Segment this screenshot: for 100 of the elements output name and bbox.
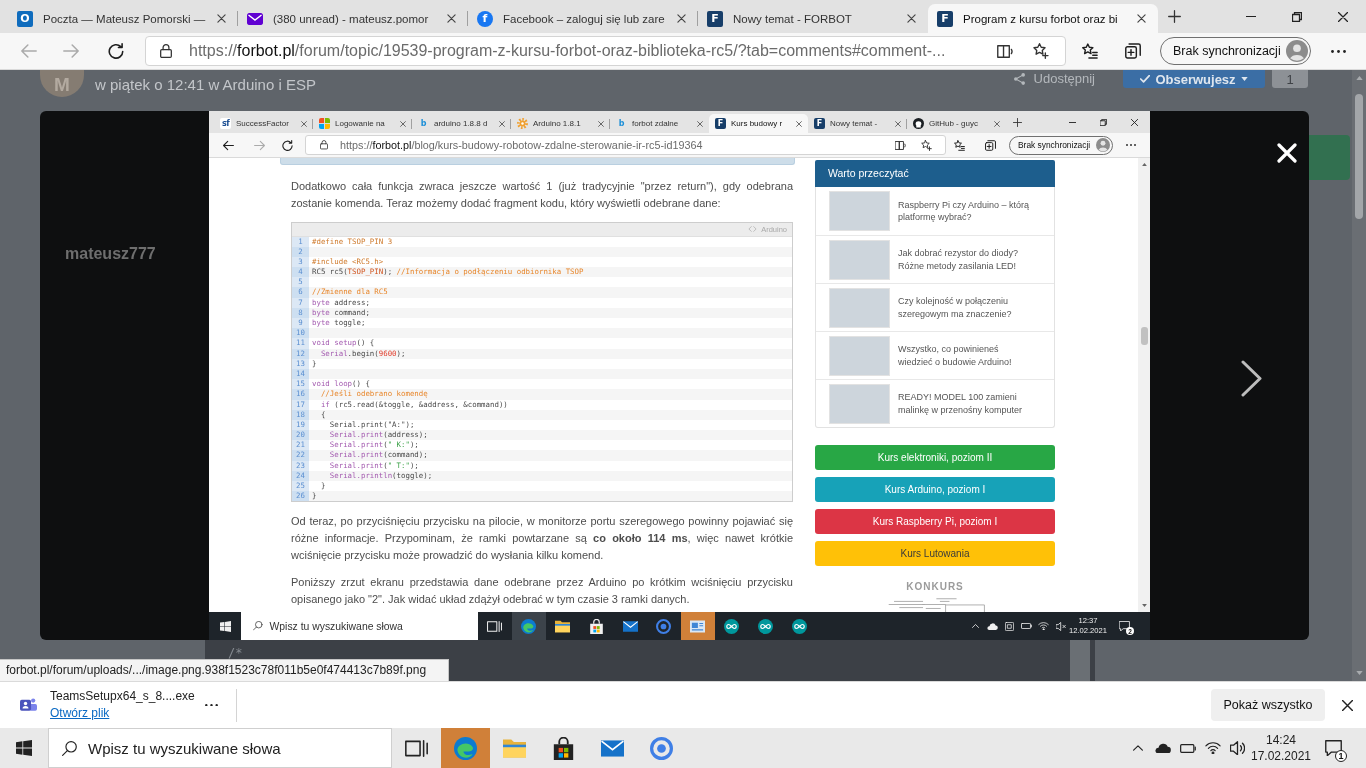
reader-mode-icon[interactable] <box>895 140 906 150</box>
browser-tab[interactable]: (380 unread) - mateusz.pomor <box>238 4 468 33</box>
search-icon <box>62 740 77 756</box>
lock-icon <box>160 44 172 58</box>
article-link[interactable]: Jak dobrać rezystor do diody? Różne metody zasilania LED! <box>816 235 1054 283</box>
username: mateusz777 <box>65 245 156 263</box>
browser-tab[interactable]: GitHub - guyc <box>907 114 1006 133</box>
scrollbar-thumb[interactable] <box>1355 94 1363 219</box>
scroll-down-icon[interactable] <box>1141 604 1147 607</box>
browser-tab[interactable]: F Kurs budowy r <box>709 114 808 133</box>
browser-tab[interactable]: F Nowy temat - FORBOT <box>698 4 928 33</box>
start-icon <box>219 620 231 632</box>
show-all-button[interactable]: Pokaż wszystko <box>1211 689 1325 721</box>
four-squares-icon <box>319 118 330 129</box>
course-button[interactable]: Kurs Lutowania <box>815 541 1055 566</box>
follower-count: 1 <box>1272 70 1308 88</box>
article-link[interactable]: READY! MODEL 100 zamieni malinkę w przenośny komputer <box>816 379 1054 427</box>
photo-placeholder <box>829 335 890 376</box>
scrollbar-thumb[interactable] <box>1070 640 1090 681</box>
plus-icon <box>1012 117 1022 127</box>
browser-tab[interactable]: Arduino 1.8.1 <box>511 114 610 133</box>
swirl-logo-icon <box>454 736 477 760</box>
wifi-icon[interactable] <box>1038 622 1049 630</box>
browser-tab[interactable]: F Program z kursu forbot oraz bi <box>928 4 1158 33</box>
close-icon[interactable] <box>677 14 686 23</box>
browser-tab[interactable]: f Facebook – zaloguj się lub zare <box>468 4 698 33</box>
photo-placeholder <box>829 383 890 424</box>
section-heading: KONKURS <box>906 581 964 593</box>
f-tile-icon: F <box>715 118 726 129</box>
reader-mode-icon[interactable] <box>997 44 1013 58</box>
infinity-logo-icon <box>723 618 739 634</box>
code-icon <box>748 226 758 232</box>
o-tile-icon: O <box>17 10 33 27</box>
cloud-icon[interactable] <box>1154 742 1171 754</box>
article-link[interactable]: Raspberry Pi czy Arduino – którą platformę wybrać? <box>816 187 1054 235</box>
article-link[interactable]: Czy kolejność w połączeniu szeregowym ma znaczenie? <box>816 283 1054 331</box>
folder-icon <box>555 618 570 634</box>
speaker-icon[interactable] <box>1230 740 1245 756</box>
battery-icon[interactable] <box>1021 623 1032 629</box>
cloud-icon[interactable] <box>987 622 998 630</box>
f-circle-icon: f <box>477 10 493 27</box>
refresh-icon <box>108 43 124 59</box>
notification-button[interactable]: 1 <box>1312 728 1354 768</box>
b-logo-icon: b <box>418 118 429 129</box>
close-icon[interactable] <box>447 14 456 23</box>
infinity-logo-icon <box>791 618 807 634</box>
code-text: /* <box>228 646 243 660</box>
scrollbar-track[interactable] <box>1138 158 1150 612</box>
sidebar-heading: Warto przeczytać <box>815 160 1055 187</box>
photo-placeholder <box>829 287 890 328</box>
scrollbar-track[interactable] <box>1352 70 1366 681</box>
app-window-icon <box>690 618 706 634</box>
speaker-muted-icon[interactable] <box>1055 621 1066 631</box>
chevron-up-icon[interactable] <box>1132 745 1143 751</box>
scrollbar-thumb[interactable] <box>1140 327 1148 345</box>
search-field[interactable]: Wpisz tu wyszukiwane słowa <box>241 612 478 640</box>
photo-placeholder <box>829 239 890 280</box>
open-file-link[interactable]: Otwórz plik <box>50 705 110 722</box>
ring-logo-icon <box>656 618 672 634</box>
close-icon[interactable] <box>907 14 916 23</box>
more-icon <box>204 703 218 707</box>
chevron-right-icon[interactable] <box>1241 360 1262 397</box>
shopping-bag-icon <box>588 618 604 634</box>
favorites-icon <box>1082 43 1098 59</box>
article-link[interactable]: Wszystko, co powinieneś wiedzieć o budowie Arduino! <box>816 331 1054 379</box>
sf-logo-icon: sf <box>220 118 231 129</box>
add-favorite-icon[interactable] <box>921 139 932 151</box>
close-icon <box>1338 11 1348 22</box>
restore-icon <box>1100 118 1107 126</box>
ring-logo-icon <box>650 736 673 760</box>
search-field[interactable]: Wpisz tu wyszukiwane słowa <box>48 728 392 768</box>
battery-icon[interactable] <box>1179 743 1196 753</box>
browser-tab[interactable]: sf SuccessFactor <box>214 114 313 133</box>
forward-arrow-icon <box>253 139 265 151</box>
browser-tab[interactable]: O Poczta — Mateusz Pomorski — <box>8 4 238 33</box>
notification-icon <box>1324 739 1342 757</box>
close-icon <box>1341 699 1353 711</box>
address-bar[interactable]: https://forbot.pl/forum/topic/19539-program-z-kursu-forbot-oraz-biblioteka-rc5/?tab=comments#comment-... <box>145 36 1066 66</box>
browser-tab[interactable]: Logowanie na <box>313 114 412 133</box>
close-icon[interactable] <box>217 14 226 23</box>
browser-tab[interactable]: b arduino 1.8.8 d <box>412 114 511 133</box>
url-text: https://forbot.pl/blog/kurs-budowy-robotow-zdalne-sterowanie-ir-rc5-id19364 <box>340 139 703 151</box>
device-icon[interactable] <box>1005 621 1014 631</box>
scroll-up-icon[interactable] <box>1141 163 1147 166</box>
course-button[interactable]: Kurs Raspberry Pi, poziom I <box>815 509 1055 534</box>
url-text: https://forbot.pl/forum/topic/19539-program-z-kursu-forbot-oraz-biblioteka-rc5/?tab=comments#comment-... <box>189 42 946 60</box>
taskbar-button[interactable] <box>680 612 715 640</box>
address-bar[interactable]: https://forbot.pl/blog/kurs-budowy-robotow-zdalne-sterowanie-ir-rc5-id19364 <box>305 135 946 155</box>
add-favorite-icon[interactable] <box>1033 43 1049 59</box>
shopping-bag-icon <box>552 736 575 760</box>
browser-tab[interactable]: b forbot zdalne <box>610 114 709 133</box>
status-link-tooltip: forbot.pl/forum/uploads/.../image.png.938f1523c78f011b5e0f474413c7b89f.png <box>0 659 450 681</box>
photo-placeholder <box>829 191 890 231</box>
taskbar-button[interactable] <box>511 612 546 640</box>
wifi-icon[interactable] <box>1204 742 1221 754</box>
plus-icon <box>1167 10 1181 23</box>
browser-tab[interactable]: F Nowy temat - <box>808 114 907 133</box>
clock-time: 14:24 <box>1266 732 1296 748</box>
follow-button[interactable]: Obserwujesz <box>1123 70 1265 88</box>
close-icon[interactable] <box>1137 14 1146 23</box>
